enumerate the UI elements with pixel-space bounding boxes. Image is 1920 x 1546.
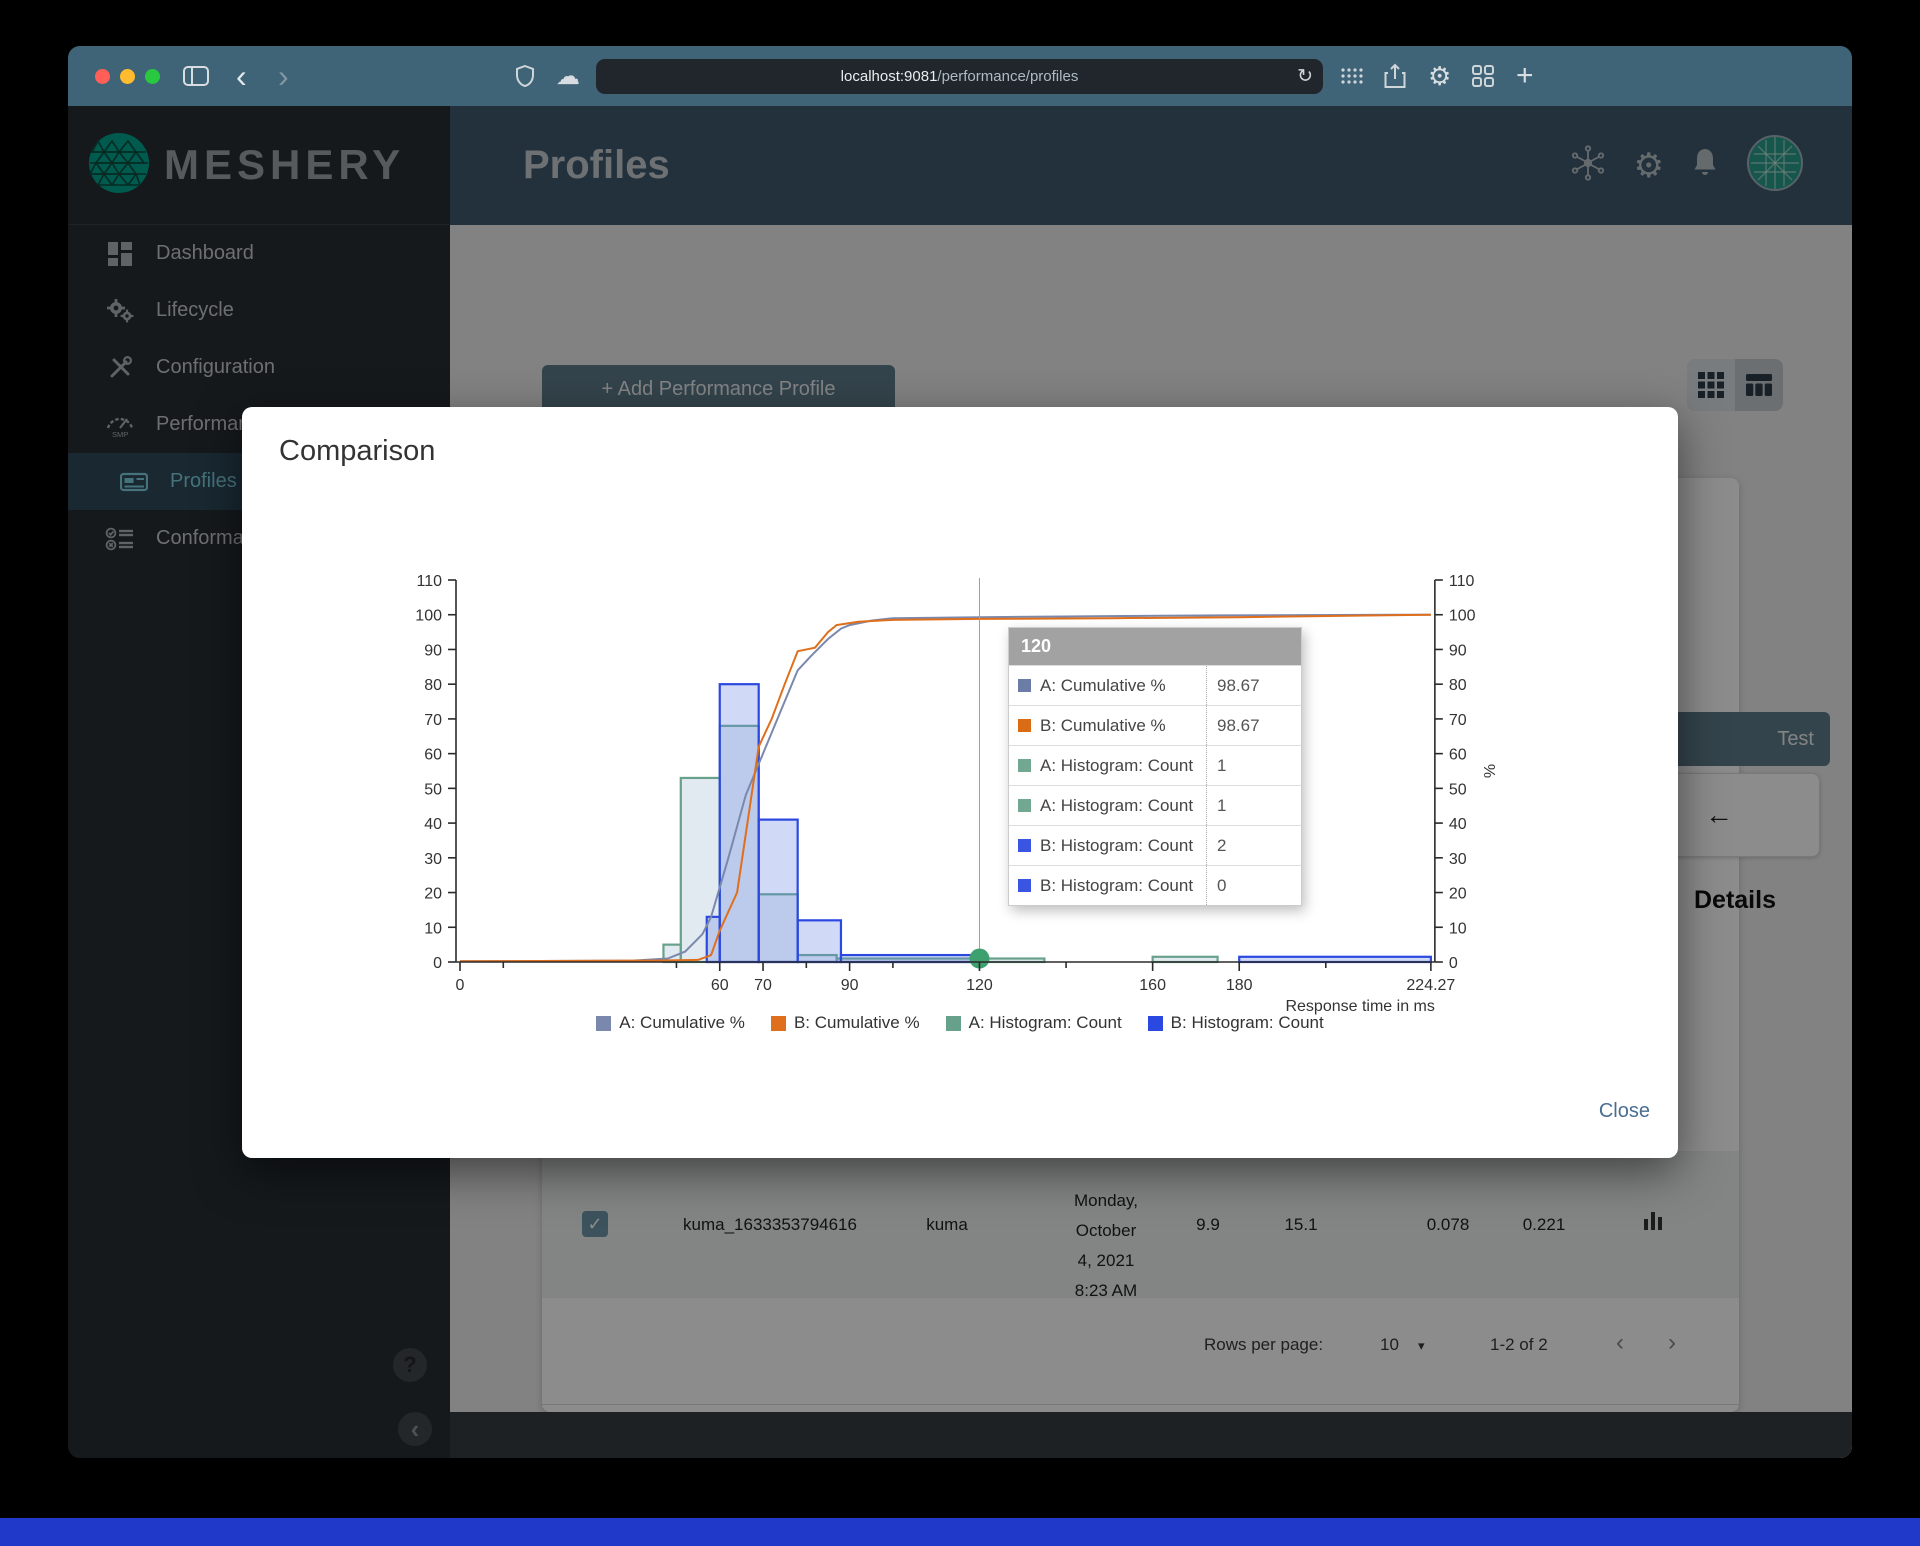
- legend-item[interactable]: A: Cumulative %: [596, 1013, 745, 1033]
- svg-text:50: 50: [424, 781, 442, 798]
- legend-item[interactable]: A: Histogram: Count: [945, 1013, 1122, 1033]
- svg-text:%: %: [1482, 764, 1499, 778]
- series-swatch: [1018, 719, 1031, 732]
- svg-text:90: 90: [841, 977, 859, 994]
- modal-title: Comparison: [279, 435, 436, 467]
- extensions-grid-icon[interactable]: [1340, 46, 1364, 106]
- series-swatch: [1018, 759, 1031, 772]
- icloud-icon[interactable]: ☁: [556, 46, 580, 106]
- tooltip-row: B: Histogram: Count 2: [1009, 825, 1301, 865]
- svg-text:100: 100: [1449, 608, 1476, 625]
- svg-text:100: 100: [415, 608, 442, 625]
- svg-text:0: 0: [456, 977, 465, 994]
- svg-text:10: 10: [424, 920, 442, 937]
- address-bar[interactable]: localhost:9081/performance/profiles ↻: [596, 59, 1323, 94]
- settings-gear-icon[interactable]: ⚙: [1428, 46, 1451, 106]
- new-tab-button[interactable]: +: [1516, 46, 1534, 106]
- svg-text:20: 20: [424, 886, 442, 903]
- comparison-chart[interactable]: 0 010 1020 2030 3040 4050 5060 6070 7080 8090 9010…: [392, 527, 1572, 1015]
- url-path: /performance/profiles: [937, 68, 1079, 85]
- legend-swatch: [770, 1015, 786, 1031]
- close-window-button[interactable]: [95, 69, 110, 84]
- series-swatch: [1018, 679, 1031, 692]
- svg-text:70: 70: [424, 712, 442, 729]
- svg-text:0: 0: [1449, 955, 1458, 972]
- tooltip-row: A: Histogram: Count 1: [1009, 785, 1301, 825]
- svg-text:20: 20: [1449, 886, 1467, 903]
- svg-text:70: 70: [1449, 712, 1467, 729]
- bottom-blue-bar: [0, 1518, 1920, 1546]
- svg-text:80: 80: [424, 677, 442, 694]
- close-button[interactable]: Close: [1599, 1100, 1650, 1123]
- tab-overview-icon[interactable]: [1472, 46, 1494, 106]
- svg-text:30: 30: [1449, 851, 1467, 868]
- svg-text:0: 0: [433, 955, 442, 972]
- svg-text:40: 40: [1449, 816, 1467, 833]
- url-host: localhost:9081: [840, 68, 938, 85]
- sidebar-toggle-icon[interactable]: [183, 46, 209, 106]
- svg-text:224.27: 224.27: [1406, 977, 1455, 994]
- legend-item[interactable]: B: Cumulative %: [770, 1013, 920, 1033]
- legend-item[interactable]: B: Histogram: Count: [1147, 1013, 1324, 1033]
- tooltip-row: B: Histogram: Count 0: [1009, 865, 1301, 905]
- svg-text:30: 30: [424, 851, 442, 868]
- share-icon[interactable]: [1384, 46, 1406, 106]
- privacy-shield-icon[interactable]: [516, 46, 534, 106]
- svg-text:110: 110: [1449, 573, 1475, 590]
- reload-icon[interactable]: ↻: [1297, 65, 1313, 88]
- tooltip-row: A: Histogram: Count 1: [1009, 745, 1301, 785]
- series-swatch: [1018, 799, 1031, 812]
- svg-text:120: 120: [966, 977, 993, 994]
- svg-text:10: 10: [1449, 920, 1467, 937]
- legend-swatch: [945, 1015, 961, 1031]
- svg-text:60: 60: [424, 747, 442, 764]
- svg-text:90: 90: [1449, 642, 1467, 659]
- svg-text:60: 60: [1449, 747, 1467, 764]
- series-swatch: [1018, 879, 1031, 892]
- zoom-window-button[interactable]: [145, 69, 160, 84]
- svg-text:60: 60: [711, 977, 729, 994]
- forward-button[interactable]: ›: [278, 46, 289, 106]
- tooltip-row: B: Cumulative % 98.67: [1009, 705, 1301, 745]
- legend-swatch: [1147, 1015, 1163, 1031]
- svg-text:40: 40: [424, 816, 442, 833]
- svg-text:160: 160: [1139, 977, 1166, 994]
- svg-text:110: 110: [416, 573, 442, 590]
- series-swatch: [1018, 839, 1031, 852]
- svg-text:180: 180: [1226, 977, 1253, 994]
- back-button[interactable]: ‹: [236, 46, 247, 106]
- tooltip-row: A: Cumulative % 98.67: [1009, 665, 1301, 705]
- minimize-window-button[interactable]: [120, 69, 135, 84]
- chart-tooltip: 120 A: Cumulative % 98.67 B: Cumulative …: [1008, 627, 1302, 906]
- browser-toolbar: ‹ › ☁ localhost:9081/performance/profile…: [68, 46, 1852, 106]
- svg-text:90: 90: [424, 642, 442, 659]
- svg-text:80: 80: [1449, 677, 1467, 694]
- svg-text:50: 50: [1449, 781, 1467, 798]
- browser-window: ‹ › ☁ localhost:9081/performance/profile…: [68, 46, 1852, 1458]
- svg-text:70: 70: [754, 977, 772, 994]
- screen: ‹ › ☁ localhost:9081/performance/profile…: [0, 0, 1920, 1546]
- legend-swatch: [596, 1015, 612, 1031]
- comparison-modal: Comparison 0 0 10 10 20 20 30 30 40 40 50 50 60 60 70 7…: [242, 407, 1678, 1158]
- chart-legend: A: Cumulative % B: Cumulative % A: Histo…: [242, 1013, 1678, 1033]
- tooltip-header: 120: [1009, 628, 1301, 665]
